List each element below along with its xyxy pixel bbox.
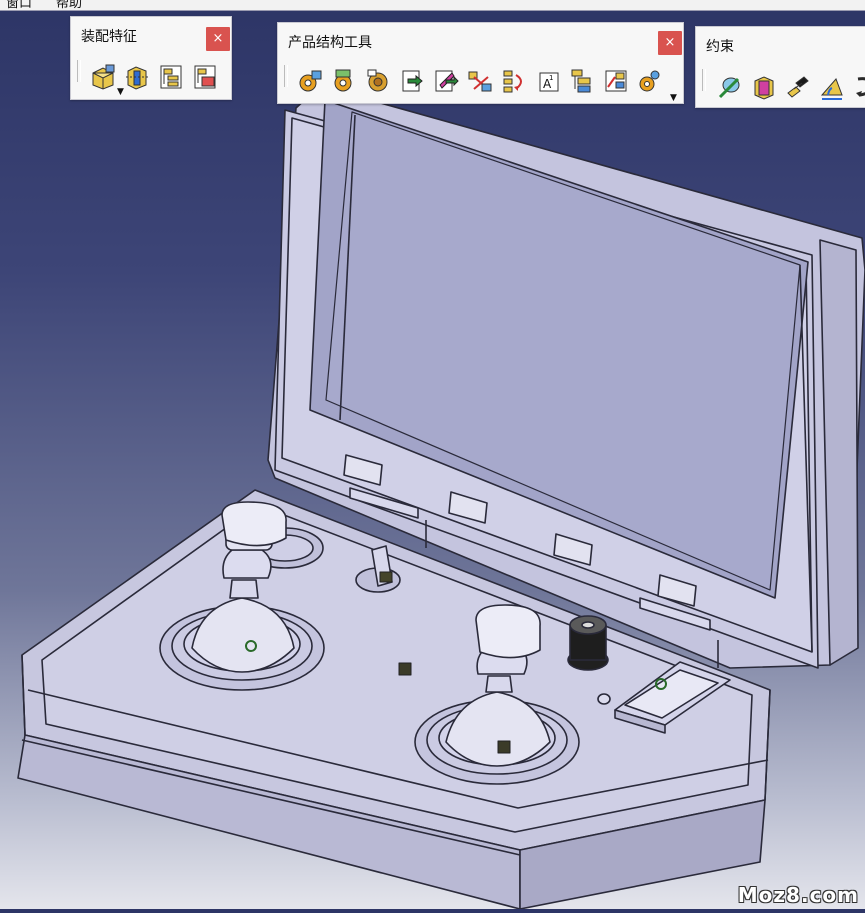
- assembly-remove-icon[interactable]: [191, 63, 219, 91]
- manage-representations-icon[interactable]: [602, 67, 630, 95]
- toolbar-grip[interactable]: [77, 60, 81, 82]
- fix-component-icon[interactable]: [852, 73, 865, 101]
- insert-component-icon[interactable]: [296, 67, 324, 95]
- toolbar-grip[interactable]: [284, 65, 288, 87]
- toolbar-title: 约束: [706, 39, 734, 55]
- toolbar-assembly-features: 装配特征 × ▼: [70, 16, 232, 100]
- menu-bar: 窗口 帮助: [0, 0, 865, 11]
- generate-numbering-icon[interactable]: A1: [534, 67, 562, 95]
- existing-component-positioning-icon[interactable]: [432, 67, 460, 95]
- assembly-hole-icon[interactable]: [123, 63, 151, 91]
- offset-constraint-icon[interactable]: [784, 73, 812, 101]
- watermark: Moz8.com: [737, 883, 859, 907]
- dropdown-arrow-icon[interactable]: ▼: [117, 87, 124, 97]
- graph-tree-reordering-icon[interactable]: [500, 67, 528, 95]
- insert-part-icon[interactable]: [364, 67, 392, 95]
- existing-component-icon[interactable]: [398, 67, 426, 95]
- replace-component-icon[interactable]: [466, 67, 494, 95]
- selective-load-icon[interactable]: [568, 67, 596, 95]
- menu-item-window[interactable]: 窗口: [6, 0, 32, 10]
- contact-constraint-icon[interactable]: [750, 73, 778, 101]
- close-button[interactable]: ×: [658, 31, 682, 55]
- menu-item-help[interactable]: 帮助: [56, 0, 82, 10]
- svg-text:1: 1: [549, 74, 553, 82]
- assembly-pocket-icon[interactable]: [157, 63, 185, 91]
- toolbar-constraints: 约束: [695, 26, 865, 108]
- assembly-split-icon[interactable]: [89, 63, 117, 91]
- dropdown-arrow-icon[interactable]: ▼: [670, 93, 677, 103]
- toolbar-product-structure: 产品结构工具 × A1 ▼: [277, 22, 684, 104]
- close-button[interactable]: ×: [206, 27, 230, 51]
- toolbar-title: 装配特征: [81, 29, 137, 45]
- angle-constraint-icon[interactable]: [818, 73, 846, 101]
- console-model[interactable]: [0, 11, 865, 910]
- toolbar-title: 产品结构工具: [288, 35, 372, 51]
- multi-instantiation-icon[interactable]: [636, 67, 664, 95]
- insert-product-icon[interactable]: [330, 67, 358, 95]
- coincidence-constraint-icon[interactable]: [716, 73, 744, 101]
- 3d-viewport[interactable]: [0, 11, 865, 910]
- toolbar-grip[interactable]: [702, 69, 706, 91]
